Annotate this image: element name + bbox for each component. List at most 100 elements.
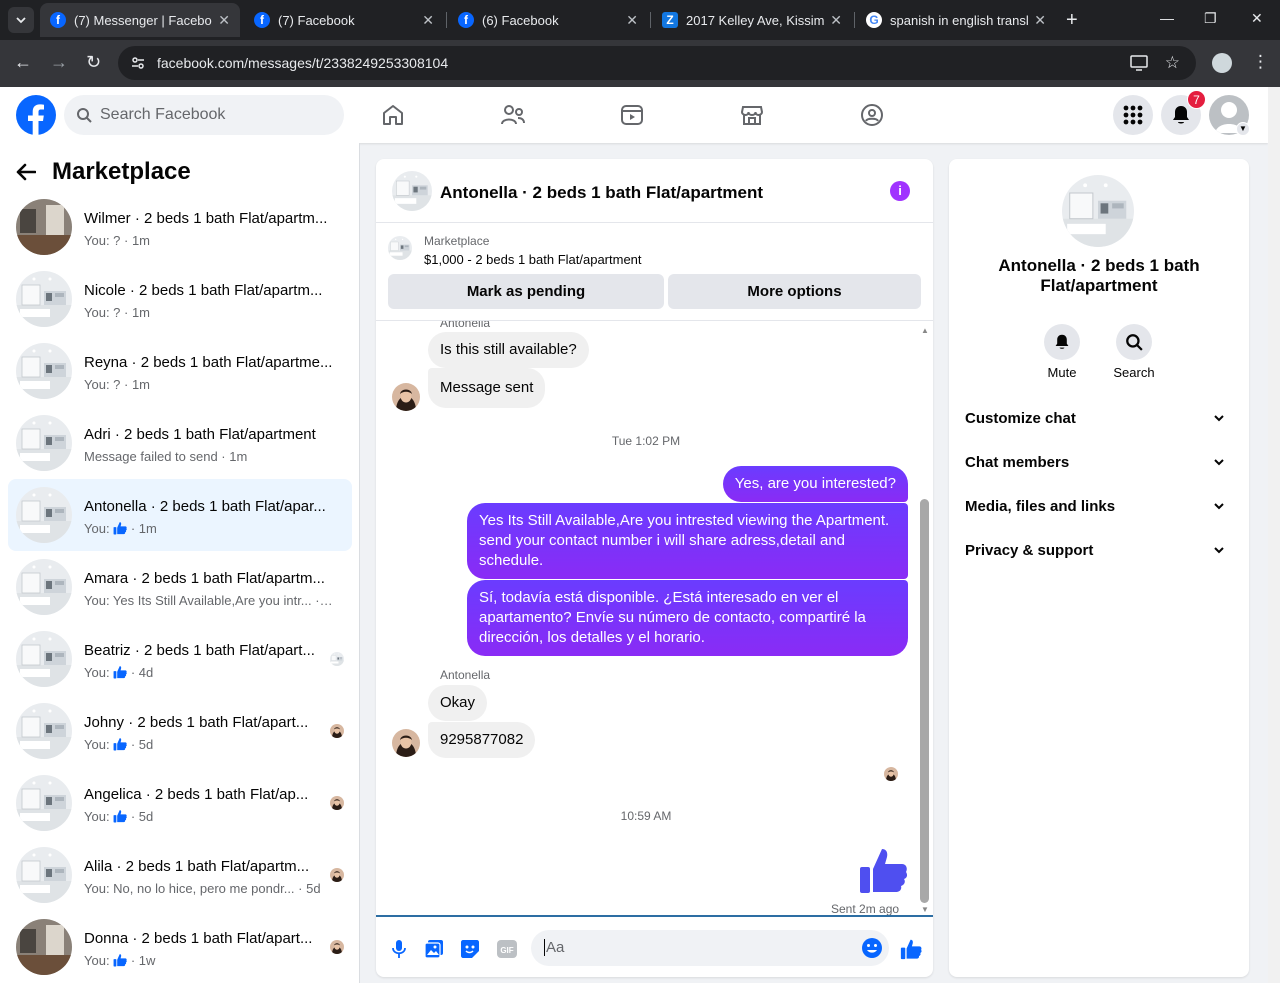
message-bubble-outgoing[interactable]: Sí, todavía está disponible. ¿Está inter… xyxy=(467,580,908,656)
conversation-row[interactable]: Johny · 2 beds 1 bath Flat/apart... You: … xyxy=(8,695,352,767)
scroll-down-icon[interactable]: ▼ xyxy=(921,905,929,914)
facebook-logo-icon[interactable] xyxy=(16,95,56,135)
conversation-row[interactable]: Antonella · 2 beds 1 bath Flat/apar... Yo… xyxy=(8,479,352,551)
menu-button[interactable] xyxy=(1113,95,1153,135)
search-icon xyxy=(1126,334,1143,351)
chevron-down-icon xyxy=(16,17,26,24)
message-bubble-outgoing[interactable]: Yes, are you interested? xyxy=(722,466,908,502)
browser-tab[interactable]: Z 2017 Kelley Ave, Kissimm ✕ xyxy=(652,3,852,37)
conversation-row[interactable]: Amara · 2 beds 1 bath Flat/apartm... You:… xyxy=(8,551,352,623)
conversation-row[interactable]: Angelica · 2 beds 1 bath Flat/ap... You: … xyxy=(8,767,352,839)
restore-button[interactable]: ❐ xyxy=(1204,10,1217,27)
back-icon[interactable]: ← xyxy=(14,52,32,73)
conversation-preview: You: · 1w xyxy=(84,953,156,968)
conversation-list-panel: Marketplace Wilmer · 2 beds 1 bath Flat/… xyxy=(0,143,360,983)
listing-title[interactable]: $1,000 - 2 beds 1 bath Flat/apartment xyxy=(424,252,642,267)
conversation-row[interactable]: Donna · 2 beds 1 bath Flat/apart... You: … xyxy=(8,911,352,983)
video-icon[interactable] xyxy=(620,103,644,127)
friends-icon[interactable] xyxy=(500,103,526,127)
scrollbar-thumb[interactable] xyxy=(920,499,929,903)
message-bubble-incoming[interactable]: 9295877082 xyxy=(428,722,536,758)
reload-icon[interactable]: ↻ xyxy=(86,52,101,73)
browser-menu-icon[interactable]: ⋮ xyxy=(1252,52,1269,72)
privacy-support-section[interactable]: Privacy & support xyxy=(965,530,1233,574)
bell-icon xyxy=(1173,106,1189,124)
back-arrow-icon[interactable] xyxy=(16,163,36,181)
conversation-row[interactable]: Nicole · 2 beds 1 bath Flat/apartm... You… xyxy=(8,263,352,335)
conversation-avatar xyxy=(16,271,72,327)
groups-icon[interactable] xyxy=(860,103,884,127)
install-app-icon[interactable] xyxy=(1130,55,1148,71)
sticker-icon[interactable] xyxy=(461,940,479,958)
chat-header: Antonella · 2 beds 1 bath Flat/apartment… xyxy=(376,159,933,223)
new-tab-button[interactable]: + xyxy=(1066,10,1078,30)
browser-tab[interactable]: f (7) Messenger | Facebook ✕ xyxy=(40,3,240,37)
browser-tab[interactable]: f (6) Facebook ✕ xyxy=(448,3,648,37)
window-close-button[interactable]: ✕ xyxy=(1251,10,1263,27)
more-options-button[interactable]: More options xyxy=(668,274,921,309)
close-icon[interactable]: ✕ xyxy=(218,12,230,29)
seen-receipt-avatar xyxy=(330,652,344,666)
media-files-links-section[interactable]: Media, files and links xyxy=(965,486,1233,530)
message-bubble-incoming[interactable]: Message sent xyxy=(428,368,546,408)
forward-icon[interactable]: → xyxy=(50,52,68,73)
contact-avatar[interactable] xyxy=(392,383,420,411)
minimize-button[interactable]: — xyxy=(1160,10,1174,26)
chat-title[interactable]: Antonella · 2 beds 1 bath Flat/apartment xyxy=(440,183,763,203)
conversation-row[interactable]: Beatriz · 2 beds 1 bath Flat/apart... You… xyxy=(8,623,352,695)
conversation-avatar xyxy=(16,775,72,831)
message-bubble-incoming[interactable]: Okay xyxy=(428,685,488,721)
facebook-search-input[interactable]: Search Facebook xyxy=(64,95,344,135)
page-scrollbar[interactable] xyxy=(1268,87,1280,983)
emoji-icon[interactable] xyxy=(860,936,884,960)
chat-avatar[interactable] xyxy=(392,171,432,211)
message-bubble-outgoing[interactable]: Yes Its Still Available,Are you intreste… xyxy=(467,503,908,579)
close-icon[interactable]: ✕ xyxy=(1034,12,1046,29)
microphone-icon[interactable] xyxy=(392,940,406,958)
chat-details-panel: Antonella · 2 beds 1 bath Flat/apartment… xyxy=(949,159,1249,977)
like-icon xyxy=(113,522,127,535)
sender-name: Antonella xyxy=(440,321,491,330)
gif-icon[interactable]: GIF xyxy=(497,940,517,958)
conversation-name: Adri · 2 beds 1 bath Flat/apartment xyxy=(84,426,316,443)
close-icon[interactable]: ✕ xyxy=(830,12,842,29)
url-bar[interactable]: facebook.com/messages/t/2338249253308104… xyxy=(118,46,1196,80)
thumbs-up-sticker-icon[interactable] xyxy=(858,845,908,895)
conversation-row[interactable]: Wilmer · 2 beds 1 bath Flat/apartm... You… xyxy=(8,191,352,263)
site-settings-icon[interactable] xyxy=(130,55,146,71)
info-icon[interactable]: i xyxy=(890,181,910,201)
conversation-row[interactable]: Adri · 2 beds 1 bath Flat/apartment Messa… xyxy=(8,407,352,479)
browser-tab[interactable]: G spanish in english transla ✕ xyxy=(856,3,1056,37)
chat-members-section[interactable]: Chat members xyxy=(965,442,1233,486)
photo-icon[interactable] xyxy=(425,940,443,958)
conversation-avatar xyxy=(16,847,72,903)
seen-receipt-avatar xyxy=(330,868,344,882)
send-like-icon[interactable] xyxy=(900,938,922,960)
tab-search-button[interactable] xyxy=(8,7,34,33)
mark-as-pending-button[interactable]: Mark as pending xyxy=(388,274,664,309)
thread-scrollbar[interactable]: ▲ ▼ xyxy=(917,321,933,915)
home-icon[interactable] xyxy=(381,103,405,127)
message-bubble-incoming[interactable]: Is this still available? xyxy=(428,332,589,368)
conversation-row[interactable]: Reyna · 2 beds 1 bath Flat/apartme... You… xyxy=(8,335,352,407)
conversation-name: Antonella · 2 beds 1 bath Flat/apar... xyxy=(84,498,326,515)
close-icon[interactable]: ✕ xyxy=(422,12,434,29)
message-input[interactable]: Aa xyxy=(531,930,889,966)
bookmark-star-icon[interactable]: ☆ xyxy=(1165,53,1180,73)
search-in-conversation-button[interactable]: Search xyxy=(1104,324,1164,380)
conversation-row[interactable]: Alila · 2 beds 1 bath Flat/apartm... You:… xyxy=(8,839,352,911)
contact-avatar[interactable] xyxy=(392,729,420,757)
listing-thumbnail[interactable] xyxy=(388,236,412,260)
conversation-preview: You: ? · 1m xyxy=(84,305,151,320)
chevron-down-icon[interactable]: ▼ xyxy=(1236,122,1250,136)
like-icon xyxy=(113,666,127,679)
contact-profile-photo[interactable] xyxy=(1062,175,1134,247)
browser-tab[interactable]: f (7) Facebook ✕ xyxy=(244,3,444,37)
conversation-avatar xyxy=(16,199,72,255)
marketplace-icon[interactable] xyxy=(740,103,764,127)
scroll-up-icon[interactable]: ▲ xyxy=(921,326,929,335)
customize-chat-section[interactable]: Customize chat xyxy=(965,398,1233,442)
browser-profile-avatar[interactable] xyxy=(1212,53,1232,73)
mute-button[interactable]: Mute xyxy=(1032,324,1092,380)
close-icon[interactable]: ✕ xyxy=(626,12,638,29)
